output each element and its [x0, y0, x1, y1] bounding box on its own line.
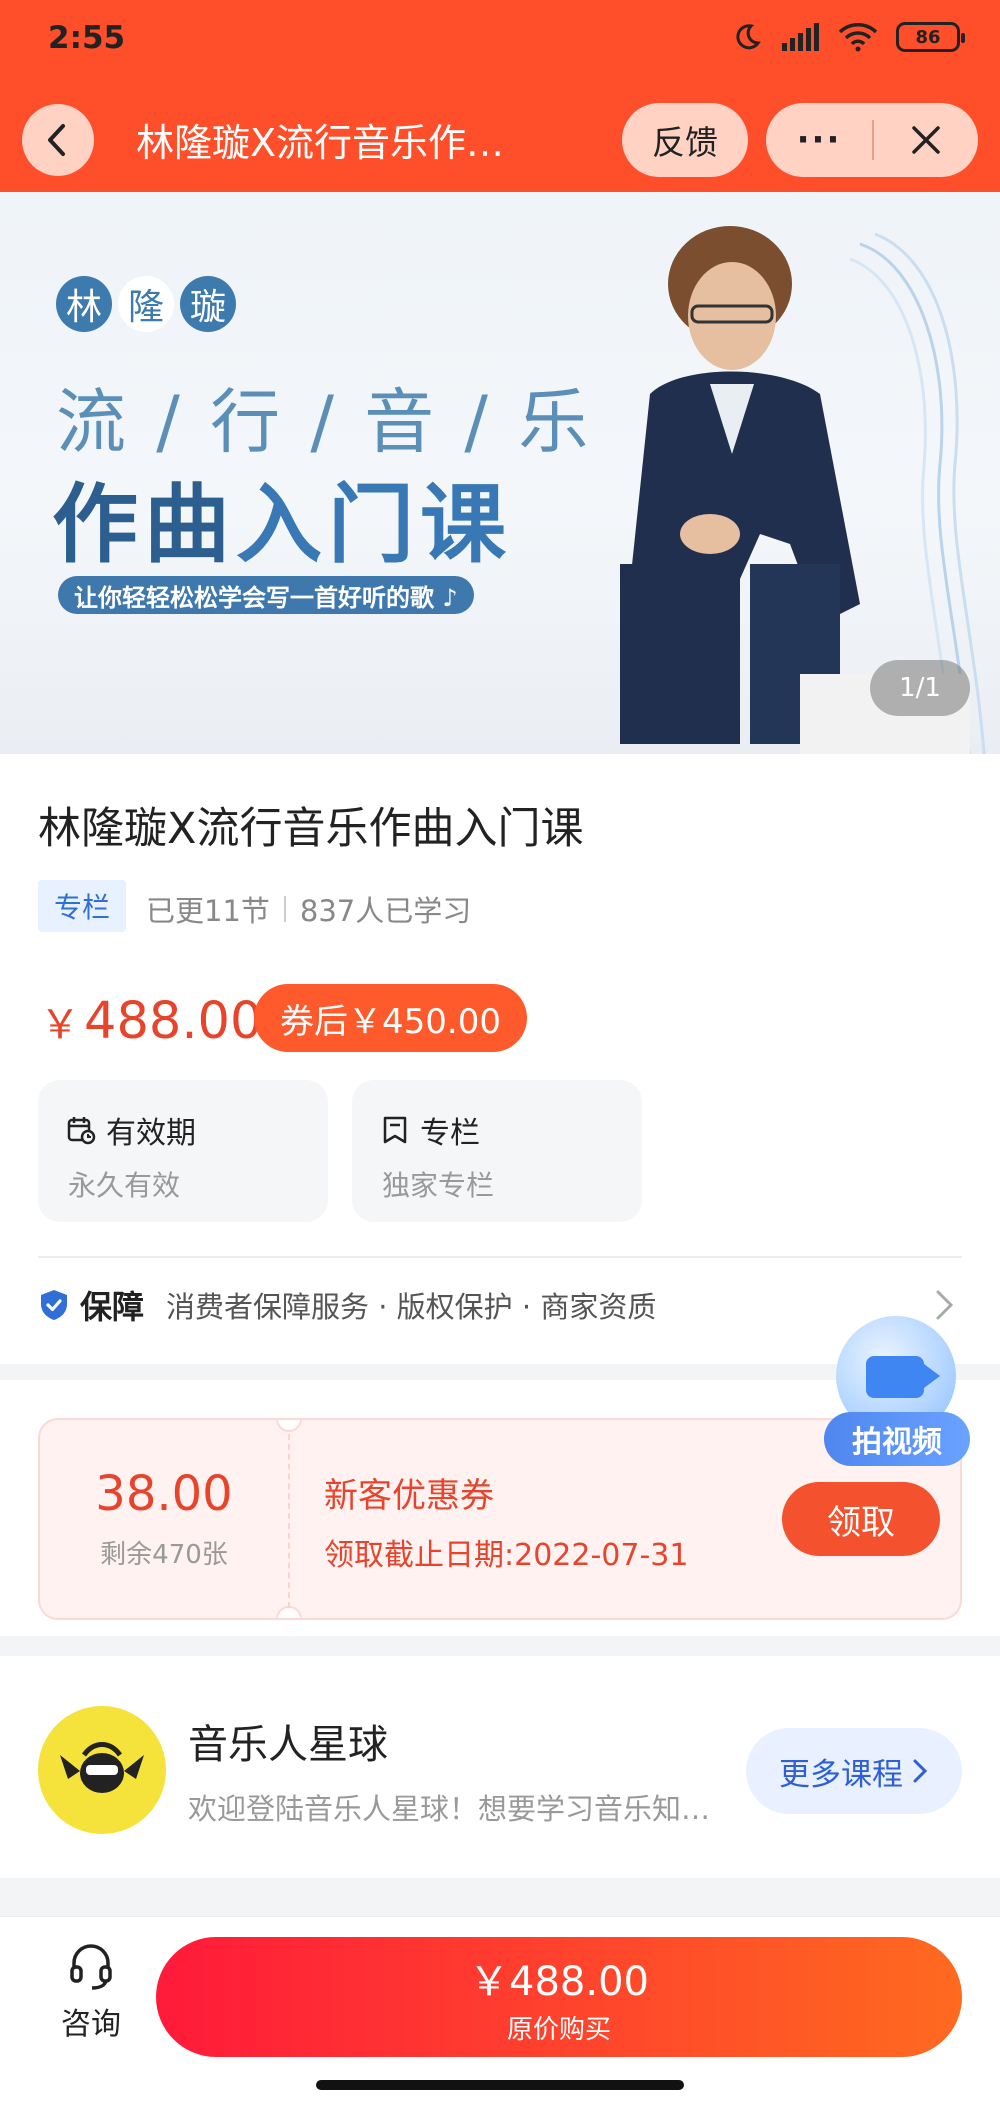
feedback-button[interactable]: 反馈: [622, 103, 748, 177]
banner-slogan: 让你轻轻松松学会写一首好听的歌 ♪: [58, 576, 474, 614]
validity-header: 有效期: [66, 1108, 196, 1152]
wifi-icon: [838, 23, 878, 52]
currency-symbol: ￥: [40, 1002, 80, 1048]
name-char: 林: [56, 276, 112, 332]
course-banner[interactable]: 林 隆 璇 流 / 行 / 音 / 乐 作曲入门课 让你轻轻松松学会写一首好听的…: [0, 144, 1000, 754]
column-title: 专栏: [420, 1116, 480, 1151]
course-info-card: 林隆璇X流行音乐作曲入门课 专栏 已更11节 837人已学习 ￥488.00 券…: [0, 754, 1000, 1364]
meta-divider: [283, 896, 286, 922]
coupon-name: 新客优惠券: [324, 1476, 494, 1516]
nav-title: 林隆璇X流行音乐作曲入门课: [136, 121, 536, 165]
moon-icon: [736, 24, 761, 50]
shop-name: 音乐人星球: [188, 1722, 388, 1768]
banner-teacher-name: 林 隆 璇: [56, 276, 236, 332]
nav-bar: 林隆璇X流行音乐作曲入门课 反馈 ···: [0, 100, 1000, 180]
learner-count: 837人已学习: [299, 894, 472, 928]
status-bar: 2:55 86: [0, 0, 1000, 84]
consult-button[interactable]: 咨询: [46, 1941, 136, 2061]
consult-label: 咨询: [61, 2007, 121, 2042]
price-value: 488.00: [84, 992, 263, 1051]
ticket-notch: [276, 1606, 302, 1618]
after-coupon-price-badge: 券后￥450.00: [254, 984, 527, 1052]
close-button[interactable]: [874, 103, 978, 177]
shop-avatar[interactable]: [38, 1706, 166, 1834]
coupon-deadline: 领取截止日期:2022-07-31: [324, 1538, 689, 1573]
banner-pager: 1/1: [870, 660, 970, 716]
chevron-right-icon: [913, 1759, 928, 1783]
validity-box: 有效期 永久有效: [38, 1080, 328, 1222]
name-char: 璇: [180, 276, 236, 332]
name-char: 隆: [118, 276, 174, 332]
banner-heading-line2: 作曲入门课: [52, 454, 512, 579]
top-bar: 2:55 86 林隆璇X流行音乐作曲入门课 反馈 ···: [0, 0, 1000, 192]
column-box: 专栏 独家专栏: [352, 1080, 642, 1222]
validity-title: 有效期: [106, 1116, 196, 1151]
validity-value: 永久有效: [68, 1169, 181, 1202]
ticket-perforation: [288, 1434, 290, 1608]
more-button[interactable]: ···: [766, 103, 872, 177]
course-title: 林隆璇X流行音乐作曲入门课: [38, 804, 584, 854]
ticket-notch: [276, 1420, 302, 1432]
back-button[interactable]: [22, 104, 94, 176]
course-type-tag: 专栏: [38, 880, 126, 932]
guarantee-items: 消费者保障服务 · 版权保护 · 商家资质: [166, 1290, 657, 1324]
video-camera-icon: [866, 1356, 940, 1398]
shield-check-icon: [41, 1290, 67, 1320]
record-video-float-button[interactable]: 拍视频: [822, 1316, 972, 1476]
more-courses-button[interactable]: 更多课程: [746, 1728, 962, 1814]
status-icons: 86: [732, 22, 965, 52]
close-icon: [912, 126, 940, 154]
lesson-count: 已更11节: [146, 894, 270, 928]
home-indicator: [316, 2080, 684, 2090]
record-video-label: 拍视频: [824, 1412, 970, 1466]
headset-icon: [70, 1944, 112, 1990]
banner-heading-part: 入门课: [236, 475, 512, 575]
signal-icon: [782, 23, 819, 51]
chevron-left-icon: [48, 124, 65, 156]
course-price: ￥488.00: [40, 992, 262, 1051]
buy-subtitle: 原价购买: [506, 2014, 611, 2045]
shop-logo-icon: [60, 1742, 144, 1793]
bookmark-doc-icon: [383, 1116, 407, 1144]
guarantee-title: 保障: [80, 1288, 145, 1326]
status-time: 2:55: [48, 20, 126, 56]
claim-coupon-button[interactable]: 领取: [782, 1482, 940, 1556]
shop-section: 音乐人星球 欢迎登陆音乐人星球！想要学习音乐知识的朋友们 更多课程: [0, 1656, 1000, 1878]
coupon-amount: 38.00: [95, 1466, 233, 1522]
section-divider: [38, 1256, 962, 1258]
banner-heading-part: 作曲: [52, 475, 236, 575]
column-header: 专栏: [380, 1108, 480, 1152]
banner-heading-line1: 流 / 行 / 音 / 乐: [56, 381, 593, 463]
buy-button[interactable]: ￥488.00 原价购买: [156, 1937, 962, 2057]
battery-indicator: 86: [896, 22, 965, 52]
mini-program-capsule: ···: [766, 103, 978, 177]
course-meta: 已更11节 837人已学习: [146, 888, 471, 930]
more-courses-label: 更多课程: [779, 1756, 903, 1793]
calendar-clock-icon: [67, 1117, 96, 1145]
coupon-remaining: 剩余470张: [100, 1540, 228, 1570]
column-value: 独家专栏: [382, 1169, 495, 1202]
buy-price: ￥488.00: [469, 1958, 649, 2005]
shop-description: 欢迎登陆音乐人星球！想要学习音乐知识的朋友们: [188, 1792, 738, 1826]
